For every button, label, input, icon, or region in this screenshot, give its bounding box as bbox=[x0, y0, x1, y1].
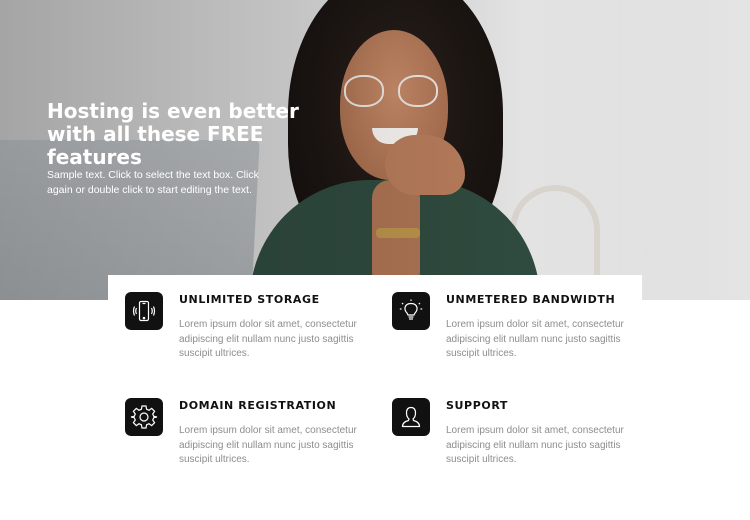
feature-title: UNLIMITED STORAGE bbox=[179, 293, 320, 306]
feature-title: SUPPORT bbox=[446, 399, 509, 412]
hero-title[interactable]: Hosting is even better with all these FR… bbox=[47, 100, 347, 169]
feature-text: Lorem ipsum dolor sit amet, consectetur … bbox=[446, 425, 624, 466]
feature-title: UNMETERED BANDWIDTH bbox=[446, 293, 616, 306]
hero-text[interactable]: Sample text. Click to select the text bo… bbox=[47, 168, 262, 198]
feature-text: Lorem ipsum dolor sit amet, consectetur … bbox=[446, 319, 624, 360]
features-card: UNLIMITED STORAGE Lorem ipsum dolor sit … bbox=[108, 275, 642, 520]
feature-domain-registration: DOMAIN REGISTRATION Lorem ipsum dolor si… bbox=[125, 398, 375, 488]
feature-title: DOMAIN REGISTRATION bbox=[179, 399, 337, 412]
user-icon bbox=[392, 398, 430, 436]
lightbulb-icon bbox=[392, 292, 430, 330]
feature-unmetered-bandwidth: UNMETERED BANDWIDTH Lorem ipsum dolor si… bbox=[392, 292, 642, 382]
feature-unlimited-storage: UNLIMITED STORAGE Lorem ipsum dolor sit … bbox=[125, 292, 375, 382]
feature-text: Lorem ipsum dolor sit amet, consectetur … bbox=[179, 319, 357, 360]
gear-icon bbox=[125, 398, 163, 436]
smartphone-icon bbox=[125, 292, 163, 330]
feature-support: SUPPORT Lorem ipsum dolor sit amet, cons… bbox=[392, 398, 642, 488]
feature-text: Lorem ipsum dolor sit amet, consectetur … bbox=[179, 425, 357, 466]
